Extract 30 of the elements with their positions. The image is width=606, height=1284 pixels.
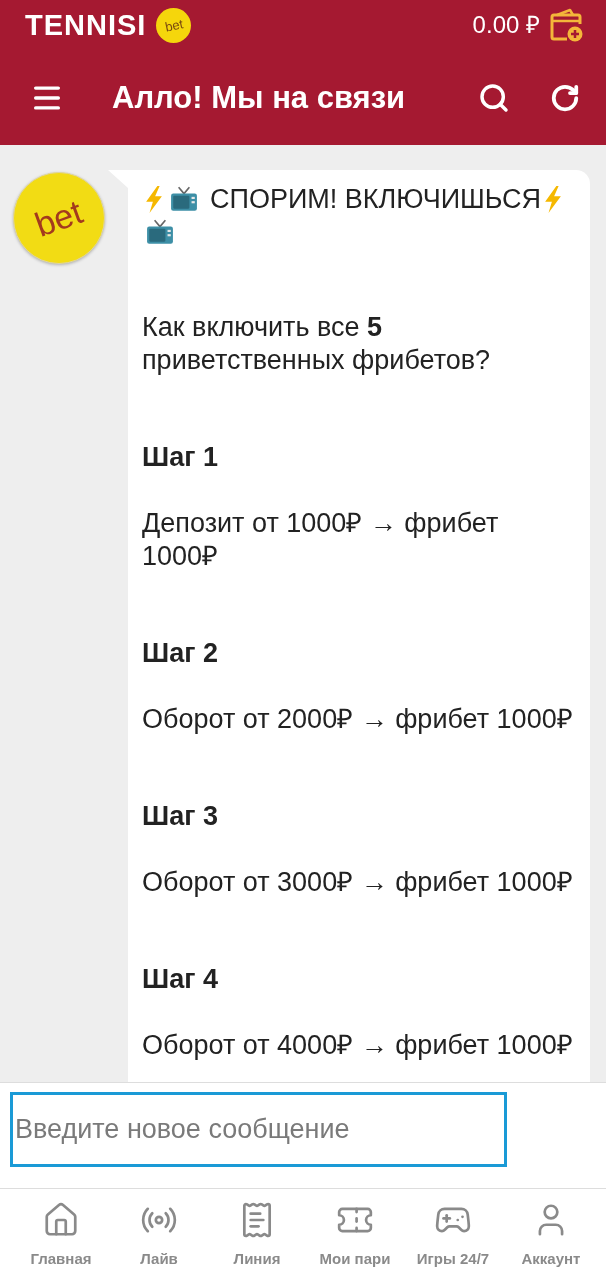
step-description: Оборот от 2000₽ → фрибет 1000₽ <box>142 703 574 736</box>
nav-tab[interactable]: Аккаунт <box>502 1189 600 1284</box>
television-icon <box>146 219 174 245</box>
message-headline: СПОРИМ! ВКЛЮЧИШЬСЯ <box>210 184 541 214</box>
television-icon <box>170 186 198 212</box>
step-heading: Шаг 4 <box>142 963 219 996</box>
step-description: Оборот от 3000₽ → фрибет 1000₽ <box>142 866 574 899</box>
balance-amount[interactable]: 0.00 ₽ <box>472 13 540 37</box>
step-description: Оборот от 4000₽ → фрибет 1000₽ <box>142 1029 574 1062</box>
search-icon[interactable] <box>478 81 510 114</box>
step-heading: Шаг 1 <box>142 441 219 474</box>
nav-tab[interactable]: Лайв <box>110 1189 208 1284</box>
lightning-icon <box>145 186 163 213</box>
nav-tab[interactable]: Игры 24/7 <box>404 1189 502 1284</box>
home-icon <box>42 1201 80 1239</box>
nav-tab[interactable]: Линия <box>208 1189 306 1284</box>
brand-logo[interactable]: TENNISI <box>25 10 147 40</box>
refresh-icon[interactable] <box>550 82 580 113</box>
step-heading: Шаг 3 <box>142 800 219 833</box>
message-question: Как включить все 5 приветственных фрибетов? <box>142 311 492 377</box>
bot-avatar: bet <box>13 172 105 264</box>
nav-tab[interactable]: Мои пари <box>306 1189 404 1284</box>
brand-badge: bet <box>156 7 192 43</box>
wallet-plus-icon[interactable] <box>548 7 584 43</box>
lightning-icon <box>543 186 562 213</box>
page-title: Алло! Мы на связи <box>112 82 406 113</box>
message-input[interactable]: Введите новое сообщение <box>10 1092 507 1167</box>
step-description: Депозит от 1000₽ → фрибет 1000₽ <box>142 507 500 573</box>
nav-tab[interactable]: Главная <box>12 1189 110 1284</box>
step-heading: Шаг 2 <box>142 637 219 670</box>
